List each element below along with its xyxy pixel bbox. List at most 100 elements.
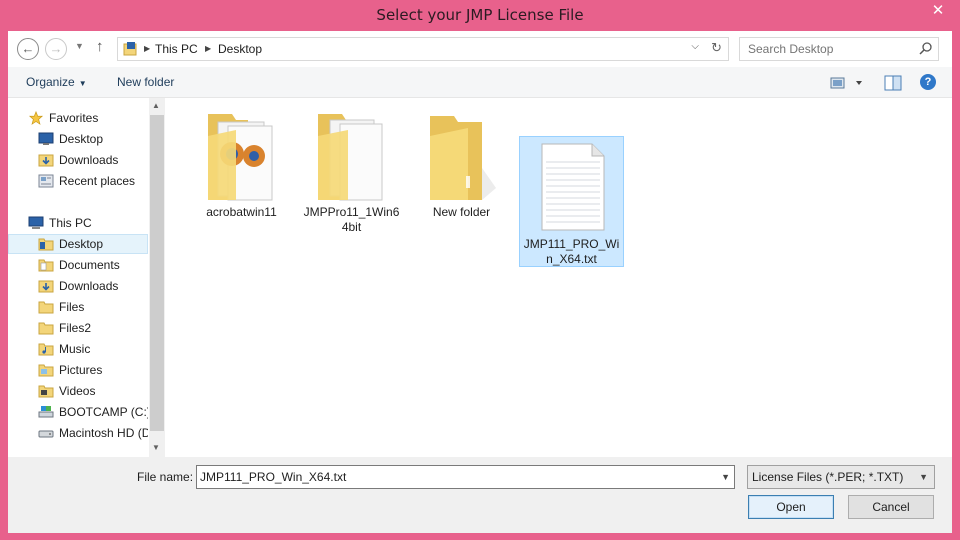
file-name-panel: File name: ▼ License Files (*.PER; *.TXT…	[8, 457, 952, 533]
breadcrumb-separator-icon: ▶	[205, 44, 212, 53]
folder-icon	[38, 322, 54, 335]
recent-locations-caret-icon[interactable]: ▼	[75, 41, 84, 51]
refresh-icon[interactable]: ↻	[711, 40, 722, 56]
sidebar-item-bootcamp-drive[interactable]: BOOTCAMP (C:)	[8, 402, 148, 422]
folder-with-documents-icon	[317, 114, 382, 201]
folder-icon	[429, 116, 496, 200]
sidebar-item-downloads[interactable]: Downloads	[8, 276, 148, 296]
sidebar-item-videos[interactable]: Videos	[8, 381, 148, 401]
file-name-label: File name:	[137, 470, 194, 484]
file-type-select[interactable]: License Files (*.PER; *.TXT) ▼	[747, 465, 935, 489]
sidebar-item-label: Files	[59, 300, 85, 314]
sidebar-item-pictures[interactable]: Pictures	[8, 360, 148, 380]
sidebar-item-label: Downloads	[59, 153, 119, 167]
address-row: ← → ▼ ↑ ▶ This PC ▶ Desktop ⌵ ↻	[8, 31, 952, 67]
preview-pane-icon[interactable]	[884, 74, 902, 92]
file-item-text-file[interactable]: JMP111_PRO_Win_X64.txt	[519, 136, 624, 267]
file-name-combobox[interactable]: ▼	[196, 465, 735, 489]
window-title: Select your JMP License File	[376, 6, 584, 24]
chevron-down-icon: ▼	[78, 79, 87, 88]
sidebar-item-label: Macintosh HD (D	[59, 426, 148, 440]
new-folder-button[interactable]: New folder	[117, 75, 174, 89]
navigation-scrollbar[interactable]: ▲ ▼	[149, 98, 165, 457]
sidebar-item-label: Recent places	[59, 174, 136, 188]
sidebar-item-label: Desktop	[59, 237, 104, 251]
file-item-label: New folder	[432, 205, 491, 219]
search-icon[interactable]	[919, 42, 932, 55]
downloads-folder-icon	[38, 154, 54, 167]
breadcrumb-separator-icon: ▶	[144, 44, 151, 53]
drive-icon	[38, 430, 54, 438]
title-bar[interactable]: Select your JMP License File ✕	[0, 0, 960, 30]
sidebar-item-desktop[interactable]: Desktop	[8, 234, 148, 254]
sidebar-item-favorites[interactable]: Favorites	[8, 108, 148, 128]
up-button[interactable]: ↑	[96, 38, 104, 55]
dialog-body: ← → ▼ ↑ ▶ This PC ▶ Desktop ⌵ ↻ Search D…	[8, 31, 952, 533]
address-bar[interactable]: ▶ This PC ▶ Desktop ⌵ ↻	[117, 37, 729, 61]
scrollbar-thumb[interactable]	[150, 115, 164, 431]
sidebar-item-this-pc[interactable]: This PC	[8, 213, 148, 233]
sidebar-item-files[interactable]: Files	[8, 297, 148, 317]
computer-folder-icon	[123, 42, 137, 56]
file-name-input[interactable]	[200, 470, 700, 484]
open-button[interactable]: Open	[748, 495, 834, 519]
sidebar-item-label: Files2	[59, 321, 92, 335]
command-toolbar: Organize ▼ New folder ?	[8, 67, 952, 98]
folder-icon	[38, 343, 54, 356]
help-icon[interactable]: ?	[920, 74, 936, 90]
sidebar-item-files2[interactable]: Files2	[8, 318, 148, 338]
breadcrumb-desktop[interactable]: Desktop	[218, 42, 262, 56]
chevron-down-icon: ▼	[919, 472, 928, 482]
sidebar-item-music[interactable]: Music	[8, 339, 148, 359]
file-item-label: JMP111_PRO_Win_X64.txt	[523, 237, 620, 266]
desktop-icon	[38, 132, 54, 145]
search-input[interactable]	[748, 42, 908, 56]
folder-icon	[38, 259, 54, 272]
folder-icon	[38, 238, 54, 251]
file-item-folder[interactable]: New folder	[409, 105, 514, 236]
scroll-down-icon[interactable]: ▼	[152, 443, 160, 452]
navigation-pane: Favorites Desktop Downloads Recent place…	[8, 98, 165, 457]
organize-label: Organize	[26, 75, 75, 89]
folder-icon	[38, 364, 54, 377]
sidebar-item-label: Music	[59, 342, 91, 356]
computer-icon	[28, 216, 44, 229]
file-item-folder[interactable]: acrobatwin11	[189, 105, 294, 236]
downloads-folder-icon	[38, 280, 54, 293]
close-button[interactable]: ✕	[916, 0, 960, 22]
folder-with-documents-icon	[207, 114, 272, 201]
back-button[interactable]: ←	[17, 38, 39, 60]
sidebar-item-macintosh-drive[interactable]: Macintosh HD (D	[8, 423, 148, 443]
breadcrumb-this-pc[interactable]: This PC	[155, 42, 198, 56]
sidebar-item-downloads-favorite[interactable]: Downloads	[8, 150, 148, 170]
address-dropdown-icon[interactable]: ⌵	[691, 41, 699, 52]
scroll-up-icon[interactable]: ▲	[152, 101, 160, 110]
forward-button[interactable]: →	[45, 38, 67, 60]
file-item-folder[interactable]: JMPPro11_1Win64bit	[299, 105, 404, 236]
sidebar-item-label: Videos	[59, 384, 96, 398]
organize-menu[interactable]: Organize ▼	[26, 75, 87, 89]
file-type-value: License Files (*.PER; *.TXT)	[752, 470, 904, 484]
sidebar-item-label: This PC	[49, 216, 92, 230]
star-icon	[28, 111, 44, 125]
file-dialog-window: Select your JMP License File ✕ ← → ▼ ↑ ▶…	[0, 0, 960, 540]
cancel-button[interactable]: Cancel	[848, 495, 934, 519]
change-view-icon[interactable]	[830, 74, 870, 92]
sidebar-item-documents[interactable]: Documents	[8, 255, 148, 275]
sidebar-item-recent-places[interactable]: Recent places	[8, 171, 148, 191]
folder-icon	[38, 385, 54, 398]
file-item-label: JMPPro11_1Win64bit	[303, 205, 400, 234]
sidebar-item-label: Favorites	[49, 111, 99, 125]
drive-icon	[38, 406, 54, 418]
sidebar-item-label: Desktop	[59, 132, 104, 146]
folder-icon	[38, 301, 54, 314]
search-box[interactable]	[739, 37, 939, 61]
sidebar-item-label: BOOTCAMP (C:)	[59, 405, 148, 419]
file-item-label: acrobatwin11	[206, 205, 277, 219]
recent-places-icon	[38, 174, 54, 188]
sidebar-item-desktop-favorite[interactable]: Desktop	[8, 129, 148, 149]
sidebar-item-label: Documents	[59, 258, 120, 272]
chevron-down-icon[interactable]: ▼	[721, 472, 730, 482]
sidebar-item-label: Pictures	[59, 363, 103, 377]
text-file-icon	[541, 143, 604, 231]
